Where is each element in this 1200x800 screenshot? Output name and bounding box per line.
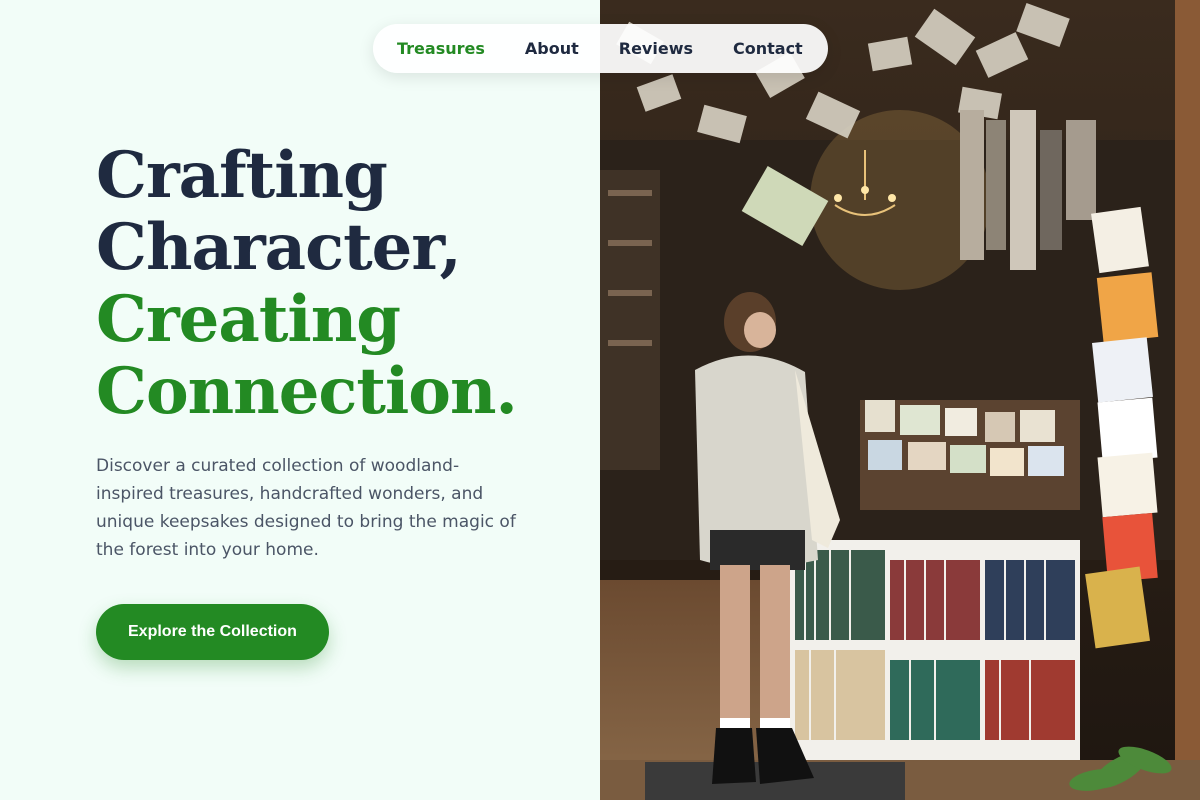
nav-item-about[interactable]: About [525, 39, 579, 58]
hero-headline: Crafting Character, Creating Connection. [96, 138, 518, 429]
bookshop-photo-illustration [600, 0, 1200, 800]
explore-collection-button[interactable]: Explore the Collection [96, 604, 329, 660]
hero-description: Discover a curated collection of woodlan… [96, 456, 516, 560]
hero-section: Crafting Character, Creating Connection.… [0, 0, 600, 800]
nav-item-reviews[interactable]: Reviews [619, 39, 693, 58]
shop-photo [600, 0, 1200, 800]
headline-line-1: Crafting [96, 138, 388, 213]
headline-line-4: Connection. [96, 354, 518, 429]
headline-line-3: Creating [96, 282, 401, 357]
nav-item-treasures[interactable]: Treasures [397, 39, 485, 58]
headline-line-2: Character, [96, 210, 462, 285]
nav-item-contact[interactable]: Contact [733, 39, 803, 58]
top-nav: Treasures About Reviews Contact [373, 24, 828, 73]
